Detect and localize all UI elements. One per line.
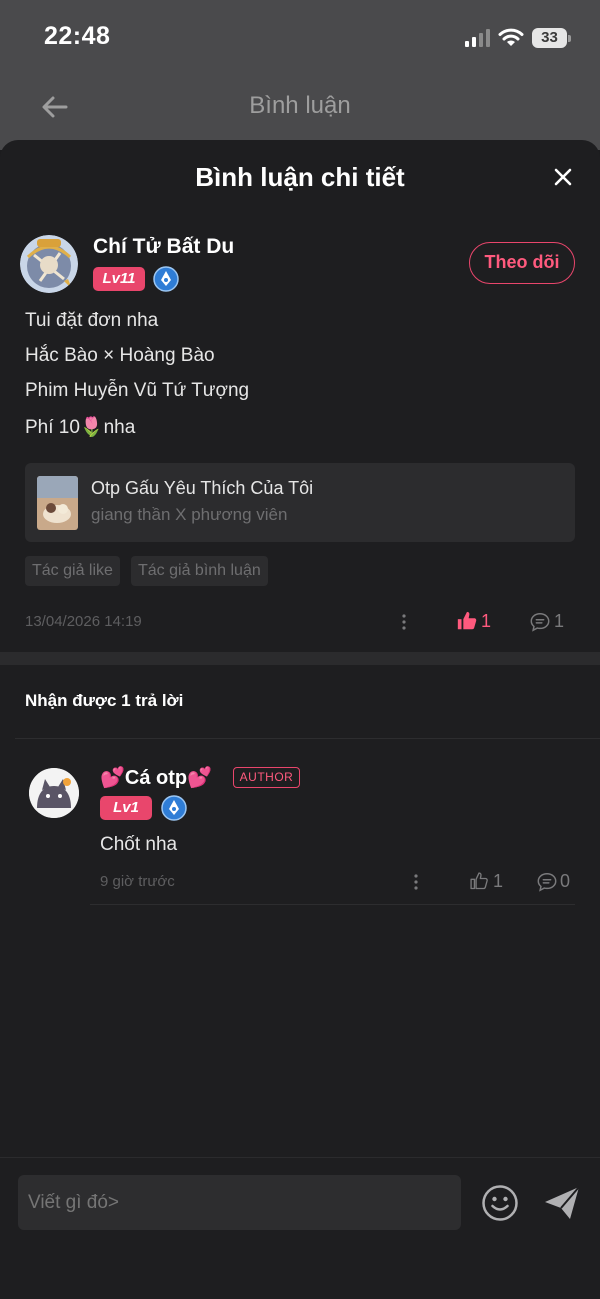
comment-icon[interactable] xyxy=(529,611,551,633)
comment-text-line: Phí 10🌷nha xyxy=(25,417,136,438)
divider xyxy=(15,738,600,739)
like-count: 1 xyxy=(493,871,504,891)
comment-input[interactable] xyxy=(18,1175,461,1230)
comment-input-bar xyxy=(0,1157,600,1299)
pen-icon xyxy=(153,266,179,292)
author-badge: AUTHOR xyxy=(233,767,300,788)
section-divider xyxy=(0,652,600,665)
signal-icon xyxy=(465,29,490,47)
author-comment-tag: Tác giả bình luận xyxy=(131,556,268,586)
avatar[interactable] xyxy=(20,235,78,293)
reply-time: 9 giờ trước xyxy=(100,873,175,890)
sheet-title: Bình luận chi tiết xyxy=(195,162,405,192)
avatar[interactable] xyxy=(29,768,79,818)
divider xyxy=(90,904,575,905)
comment-count: 0 xyxy=(560,871,571,891)
more-icon[interactable] xyxy=(413,872,419,892)
more-icon[interactable] xyxy=(401,612,407,632)
battery-indicator: 33 xyxy=(532,28,572,48)
follow-button[interactable]: Theo dõi xyxy=(469,242,575,284)
comment-text-line: Tui đặt đơn nha xyxy=(25,310,159,331)
book-subtitle: giang thần X phương viên xyxy=(91,505,288,524)
replies-header: Nhận được 1 trả lời xyxy=(25,691,184,710)
reply-text: Chốt nha xyxy=(100,834,178,855)
emoji-icon[interactable] xyxy=(481,1184,519,1222)
page-title: Bình luận xyxy=(249,92,351,119)
comment-date: 13/04/2026 14:19 xyxy=(25,613,142,630)
book-card[interactable]: Otp Gấu Yêu Thích Của Tôi giang thần X p… xyxy=(25,463,575,542)
status-time: 22:48 xyxy=(44,22,111,50)
comment-detail-sheet: Bình luận chi tiết Chí Tử Bất Du Lv11 Th… xyxy=(0,140,600,1299)
thumbs-up-icon[interactable] xyxy=(456,610,478,632)
level-badge: Lv1 xyxy=(100,796,152,820)
comment-icon[interactable] xyxy=(536,871,558,893)
wifi-icon xyxy=(498,28,524,46)
pen-icon xyxy=(161,795,187,821)
comment-username[interactable]: Chí Tử Bất Du xyxy=(93,235,234,259)
book-title: Otp Gấu Yêu Thích Của Tôi xyxy=(91,478,314,498)
comment-count: 1 xyxy=(554,611,565,631)
close-icon[interactable] xyxy=(550,164,576,190)
status-bar: 22:48 33 xyxy=(0,0,600,76)
book-cover xyxy=(37,476,78,530)
comment-text-line: Hắc Bào × Hoàng Bào xyxy=(25,345,215,366)
author-like-tag: Tác giả like xyxy=(25,556,120,586)
comment-text-line: Phim Huyễn Vũ Tứ Tượng xyxy=(25,380,250,401)
level-badge: Lv11 xyxy=(93,267,145,291)
like-count: 1 xyxy=(481,611,492,631)
send-icon[interactable] xyxy=(542,1183,582,1223)
thumbs-up-icon[interactable] xyxy=(469,871,489,891)
reply-username[interactable]: 💕Cá otp💕 xyxy=(100,765,212,790)
